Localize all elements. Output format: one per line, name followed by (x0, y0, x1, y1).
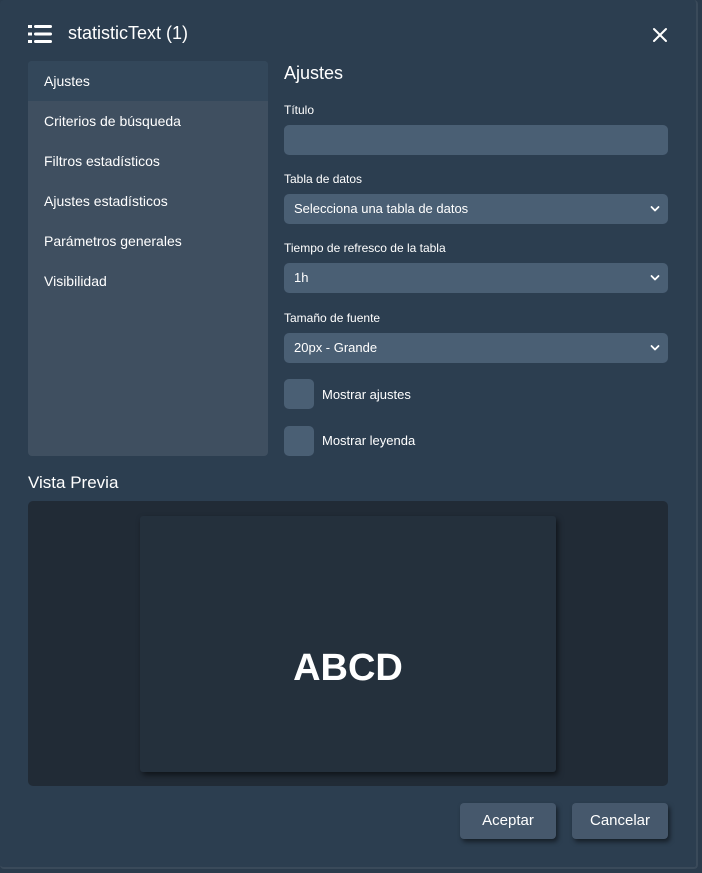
font-size-label: Tamaño de fuente (284, 311, 381, 325)
list-icon (28, 25, 52, 43)
sidebar-item-ajustes-estadisticos[interactable]: Ajustes estadísticos (28, 181, 268, 221)
refresh-time-value: 1h (294, 270, 309, 285)
data-table-label: Tabla de datos (284, 172, 363, 186)
sidebar-item-criterios-busqueda[interactable]: Criterios de búsqueda (28, 101, 268, 141)
show-settings-checkbox[interactable] (284, 379, 314, 409)
sidebar-item-label: Visibilidad (44, 273, 107, 289)
show-legend-checkbox[interactable] (284, 426, 314, 456)
font-size-value: 20px - Grande (294, 340, 378, 355)
accept-button[interactable]: Aceptar (460, 803, 556, 839)
preview-card: ABCD (140, 516, 556, 772)
cancel-button-label: Cancelar (589, 812, 651, 829)
show-legend-label: Mostrar leyenda (322, 433, 416, 448)
chevron-down-icon (650, 275, 660, 281)
sidebar-item-label: Criterios de búsqueda (44, 113, 181, 129)
chevron-down-icon (650, 206, 660, 212)
sidebar-item-label: Parámetros generales (44, 233, 182, 249)
dialog-title: statisticText (1) (68, 23, 189, 43)
sidebar-item-label: Ajustes estadísticos (44, 193, 168, 209)
settings-dialog: statisticText (1) Ajustes Criterios de b… (0, 0, 698, 869)
refresh-time-select[interactable]: 1h (284, 263, 668, 293)
chevron-down-icon (650, 345, 660, 351)
font-size-select[interactable]: 20px - Grande (284, 333, 668, 363)
cancel-button[interactable]: Cancelar (572, 803, 668, 839)
sidebar-item-parametros-generales[interactable]: Parámetros generales (28, 221, 268, 261)
section-title: Ajustes (284, 63, 344, 83)
sidebar-item-label: Filtros estadísticos (44, 153, 160, 169)
data-table-value: Selecciona una tabla de datos (294, 201, 469, 216)
data-table-select[interactable]: Selecciona una tabla de datos (284, 194, 668, 224)
sidebar-item-filtros-estadisticos[interactable]: Filtros estadísticos (28, 141, 268, 181)
sidebar-item-label: Ajustes (44, 73, 90, 89)
accept-button-label: Aceptar (482, 812, 534, 829)
show-settings-label: Mostrar ajustes (322, 387, 411, 402)
refresh-time-label: Tiempo de refresco de la tabla (284, 241, 446, 255)
preview-title: Vista Previa (28, 473, 119, 492)
title-input[interactable] (284, 125, 668, 155)
preview-text: ABCD (293, 647, 403, 689)
title-field-label: Título (284, 103, 315, 117)
settings-sidebar: Ajustes Criterios de búsqueda Filtros es… (28, 61, 268, 456)
sidebar-item-ajustes[interactable]: Ajustes (28, 61, 268, 101)
sidebar-item-visibilidad[interactable]: Visibilidad (28, 261, 268, 301)
close-icon[interactable] (650, 25, 670, 45)
